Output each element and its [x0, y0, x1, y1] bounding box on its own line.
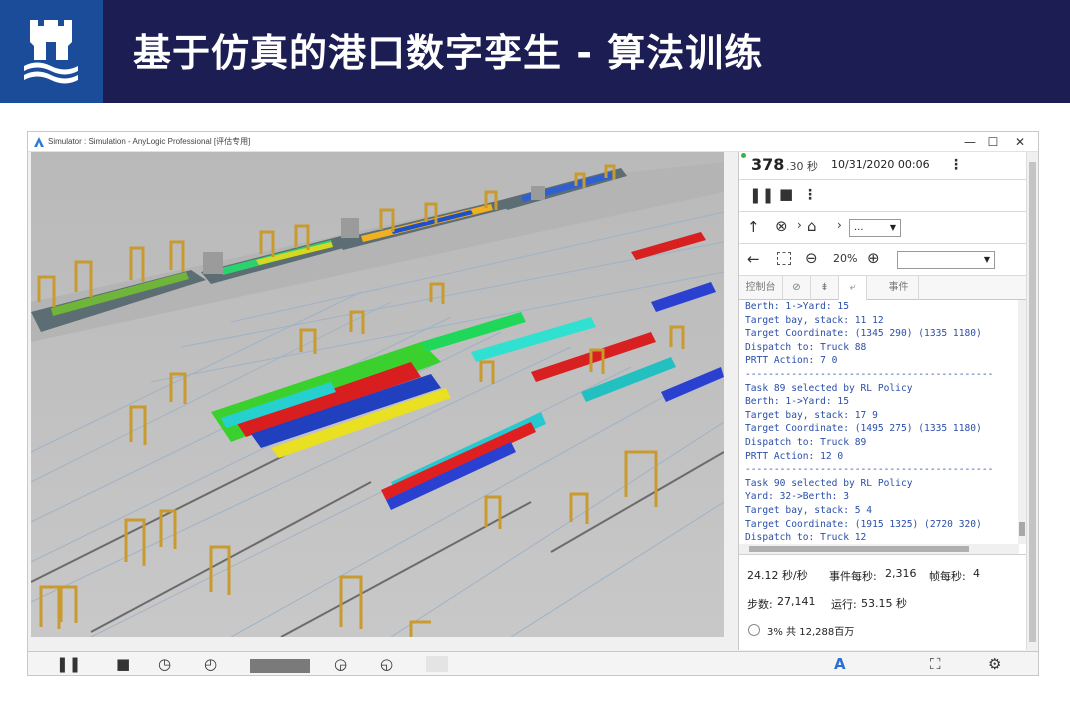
- window-title: Simulator : Simulation - AnyLogic Profes…: [48, 137, 251, 146]
- console-line: Target bay, stack: 17 9: [745, 409, 878, 421]
- settings-gear-icon[interactable]: ⚙: [988, 655, 1001, 673]
- tab-console[interactable]: 控制台: [739, 276, 783, 300]
- console-horizontal-scrollbar[interactable]: [739, 544, 1019, 554]
- console-line: PRTT Action: 12 0: [745, 450, 844, 462]
- model-date: 10/31/2020 00:06: [831, 158, 930, 171]
- console-line: Task 90 selected by RL Policy: [745, 477, 913, 489]
- steps-label: 步数:: [747, 598, 773, 611]
- run-value: 53.15 秒: [861, 597, 907, 610]
- tab-wrap-icon[interactable]: ⤶: [839, 276, 867, 300]
- time-menu-icon[interactable]: ⋮: [949, 157, 963, 173]
- console-tabs: 控制台 ⊘ ⇟ ⤶ 事件: [739, 276, 1027, 300]
- run-menu-icon[interactable]: ⋮: [803, 187, 817, 203]
- console-line: Yard: 32->Berth: 3: [745, 491, 849, 503]
- chevron-right-icon: ›: [837, 218, 842, 232]
- console-line: Task 89 selected by RL Policy: [745, 382, 913, 394]
- console-line: PRTT Action: 7 0: [745, 355, 838, 367]
- minimize-button[interactable]: —: [958, 134, 982, 150]
- slow-down-icon[interactable]: ◷: [158, 655, 171, 673]
- toolbar-spacer: [426, 656, 448, 672]
- pause-icon[interactable]: ❚❚: [749, 186, 774, 204]
- console-line: ----------------------------------------…: [745, 368, 994, 380]
- fps-label: 帧每秒:: [929, 570, 966, 583]
- memory-gauge-icon: [748, 624, 760, 636]
- console-line: Berth: 1->Yard: 15: [745, 301, 849, 312]
- console-line: Berth: 1->Yard: 15: [745, 396, 849, 408]
- tab-events[interactable]: 事件: [879, 276, 919, 300]
- status-dot: [741, 153, 746, 158]
- speed-value: 24.12 秒/秒: [747, 569, 808, 582]
- model-time-row: 378 .30 秒 10/31/2020 00:06 ⋮: [739, 152, 1027, 180]
- close-button[interactable]: ✕: [1008, 134, 1032, 150]
- speed-up-icon[interactable]: ◶: [334, 655, 347, 673]
- bottom-toolbar: ❚❚ ■ ◷ ◴ ◶ ◵ A ⛶ ⚙: [28, 651, 1038, 675]
- clock-icon[interactable]: ◴: [204, 655, 217, 673]
- panel-scrollbar[interactable]: [1026, 152, 1038, 650]
- run-controls-row: ❚❚ ■ ⋮: [739, 180, 1027, 212]
- fps-value: 4: [973, 567, 980, 580]
- console-line: Dispatch to: Truck 88: [745, 341, 867, 353]
- port-scene-graphic: [31, 152, 724, 637]
- console-line: Target Coordinate: (1495 275) (1335 1180…: [745, 423, 982, 435]
- model-time: 378: [751, 155, 785, 174]
- console-line: Dispatch to: Truck 89: [745, 436, 867, 448]
- port-3d-view[interactable]: [31, 152, 724, 637]
- console-output[interactable]: Berth: 1->Yard: 15 Target bay, stack: 11 …: [739, 300, 1019, 544]
- home-icon[interactable]: ⌂: [807, 217, 817, 235]
- fit-view-icon[interactable]: [777, 252, 791, 265]
- tab-clear-icon[interactable]: ⊘: [783, 276, 811, 300]
- console-line: Target bay, stack: 5 4: [745, 504, 873, 516]
- console-line: Target bay, stack: 11 12: [745, 314, 884, 326]
- zoom-out-icon[interactable]: ⊖: [805, 249, 818, 267]
- university-logo: [0, 0, 103, 103]
- tab-scroll-lock-icon[interactable]: ⇟: [811, 276, 839, 300]
- realtime-icon[interactable]: ◵: [380, 655, 393, 673]
- memory-usage: 3% 共 12,288百万: [767, 627, 855, 638]
- castle-logo-icon: [24, 20, 78, 84]
- page-title: 基于仿真的港口数字孪生 - 算法训练: [133, 31, 764, 75]
- navigation-row: ↑ ⊗ › ⌂ › ... ▼: [739, 212, 1027, 244]
- speed-display: [250, 659, 310, 673]
- console-vertical-scrollbar[interactable]: [1018, 300, 1026, 544]
- model-time-fraction: .30 秒: [786, 160, 818, 173]
- events-label: 事件每秒:: [829, 570, 877, 583]
- stop-icon[interactable]: ■: [779, 185, 793, 203]
- chevron-right-icon: ›: [797, 218, 802, 232]
- pause-icon[interactable]: ❚❚: [56, 655, 81, 673]
- fullscreen-icon[interactable]: ⛶: [930, 655, 941, 673]
- developer-panel: 378 .30 秒 10/31/2020 00:06 ⋮ ❚❚ ■ ⋮ ↑ ⊗ …: [738, 152, 1027, 650]
- maximize-button[interactable]: ☐: [981, 134, 1005, 150]
- console-line: Dispatch to: Truck 12: [745, 532, 867, 544]
- arrow-left-icon[interactable]: ←: [747, 250, 760, 268]
- console-line: Target Coordinate: (1915 1325) (2720 320…: [745, 518, 982, 530]
- anylogic-logo-icon: A: [834, 655, 846, 673]
- arrow-up-icon[interactable]: ↑: [747, 218, 760, 236]
- console-line: Target Coordinate: (1345 290) (1335 1180…: [745, 328, 982, 340]
- steps-value: 27,141: [777, 595, 816, 608]
- console-line: ----------------------------------------…: [745, 464, 994, 476]
- view-row: ← ⊖ 20% ⊕ ▼: [739, 244, 1027, 276]
- zoom-level: 20%: [833, 252, 858, 265]
- header-banner: 基于仿真的港口数字孪生 - 算法训练: [0, 0, 1070, 103]
- simulator-window: Simulator : Simulation - AnyLogic Profes…: [27, 131, 1039, 676]
- view-area-dropdown[interactable]: ▼: [897, 251, 995, 269]
- agent-dropdown[interactable]: ... ▼: [849, 219, 901, 237]
- zoom-in-icon[interactable]: ⊕: [867, 249, 880, 267]
- anylogic-app-icon: [34, 137, 44, 147]
- statistics-area: 24.12 秒/秒 事件每秒: 2,316 帧每秒: 4 步数: 27,141 …: [739, 554, 1027, 650]
- window-titlebar: Simulator : Simulation - AnyLogic Profes…: [28, 132, 1038, 152]
- stop-icon[interactable]: ■: [116, 655, 130, 673]
- events-value: 2,316: [885, 567, 917, 580]
- run-label: 运行:: [831, 598, 857, 611]
- cancel-icon[interactable]: ⊗: [775, 217, 788, 235]
